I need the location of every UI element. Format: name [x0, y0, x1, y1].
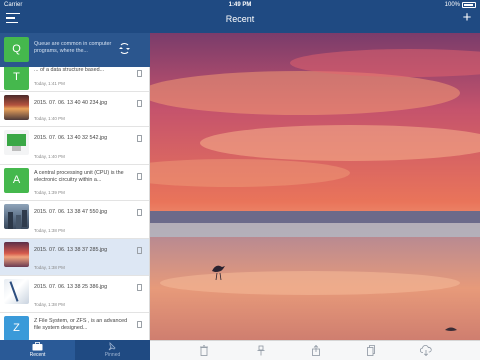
- briefcase-icon: [32, 342, 43, 351]
- list-item[interactable]: A A central processing unit (CPU) is the …: [0, 165, 149, 201]
- list-item[interactable]: 2015. 07. 06. 13 40 32 542.jpg Today, 1:4…: [0, 127, 149, 165]
- battery-indicator: 100%: [445, 0, 476, 10]
- image-thumbnail: [4, 279, 29, 304]
- list-item[interactable]: 2015. 07. 06. 13 38 37 285.jpg Today, 1:3…: [0, 239, 149, 276]
- list-item[interactable]: Z Z File System, or ZFS , is an advanced …: [0, 313, 149, 340]
- document-icon: [137, 135, 142, 142]
- note-letter-thumbnail: Z: [4, 316, 29, 340]
- battery-icon: [462, 2, 476, 8]
- note-letter-thumbnail: T: [4, 65, 29, 90]
- image-thumbnail: [4, 95, 29, 120]
- note-letter-thumbnail: Q: [4, 37, 29, 62]
- note-letter-thumbnail: A: [4, 168, 29, 193]
- list-item-date: Today, 1:41 PM: [34, 81, 65, 86]
- page-title: Recent: [225, 14, 255, 24]
- trash-icon[interactable]: [199, 345, 209, 356]
- recent-list[interactable]: T ... of a data structure based... Today, …: [0, 33, 150, 340]
- list-item-title: Queue are common in computer programs, w…: [34, 41, 112, 54]
- tab-pinned[interactable]: Pinned: [75, 340, 150, 360]
- list-item-title: 2015. 07. 06. 13 38 37 285.jpg: [34, 247, 108, 253]
- list-item-date: Today, 1:38 PM: [34, 265, 65, 270]
- document-icon: [137, 100, 142, 107]
- tab-pinned-label: Pinned: [104, 352, 121, 358]
- document-icon: [137, 209, 142, 216]
- document-icon: [137, 247, 142, 254]
- tab-recent-label: Recent: [29, 352, 46, 358]
- list-item-title: ... of a data structure based...: [34, 67, 105, 73]
- battery-percent: 100%: [444, 2, 460, 8]
- tab-bar: Recent Pinned: [0, 340, 150, 360]
- image-thumbnail: [4, 204, 29, 229]
- document-icon: [137, 284, 142, 291]
- list-item-title: 2015. 07. 06. 13 40 40 234.jpg: [34, 100, 108, 106]
- list-item-date: Today, 1:38 PM: [34, 302, 65, 307]
- top-bar: Carrier 1:49 PM 100% Recent +: [0, 0, 480, 33]
- copy-icon[interactable]: [366, 345, 376, 356]
- list-item-date: Today, 1:39 PM: [34, 190, 65, 195]
- pin-icon[interactable]: [256, 345, 266, 356]
- cloud-download-icon[interactable]: [420, 345, 432, 356]
- list-item-title: 2015. 07. 06. 13 38 25 386.jpg: [34, 284, 108, 290]
- photo-preview: [150, 33, 480, 340]
- list-item-date: Today, 1:38 PM: [34, 228, 65, 233]
- tab-recent[interactable]: Recent: [0, 340, 75, 360]
- document-icon: [137, 173, 142, 180]
- document-icon: [137, 321, 142, 328]
- document-icon: [137, 70, 142, 77]
- add-button[interactable]: +: [461, 10, 473, 25]
- list-item-title: A central processing unit (CPU) is the e…: [34, 170, 124, 183]
- image-thumbnail: [4, 130, 29, 155]
- list-item[interactable]: 2015. 07. 06. 13 40 40 234.jpg Today, 1:4…: [0, 92, 149, 127]
- list-item-title: 2015. 07. 06. 13 40 32 542.jpg: [34, 135, 108, 141]
- list-item[interactable]: 2015. 07. 06. 13 38 25 386.jpg Today, 1:3…: [0, 276, 149, 313]
- swiped-list-item[interactable]: Q Queue are common in computer programs,…: [0, 33, 150, 67]
- share-icon[interactable]: [311, 345, 321, 356]
- list-item[interactable]: 2015. 07. 06. 13 38 47 550.jpg Today, 1:3…: [0, 201, 149, 239]
- status-bar: Carrier 1:49 PM 100%: [0, 0, 480, 10]
- sync-icon[interactable]: [119, 43, 130, 54]
- list-item-date: Today, 1:40 PM: [34, 116, 65, 121]
- status-time: 1:49 PM: [228, 2, 252, 8]
- image-thumbnail: [4, 242, 29, 267]
- list-item-date: Today, 1:40 PM: [34, 154, 65, 159]
- photo-toolbar: [150, 340, 480, 360]
- sunset-beach-image: [150, 33, 480, 340]
- list-item-title: 2015. 07. 06. 13 38 47 550.jpg: [34, 209, 108, 215]
- pin-icon: [108, 342, 116, 351]
- list-item-title: Z File System, or ZFS , is an advanced f…: [34, 318, 128, 331]
